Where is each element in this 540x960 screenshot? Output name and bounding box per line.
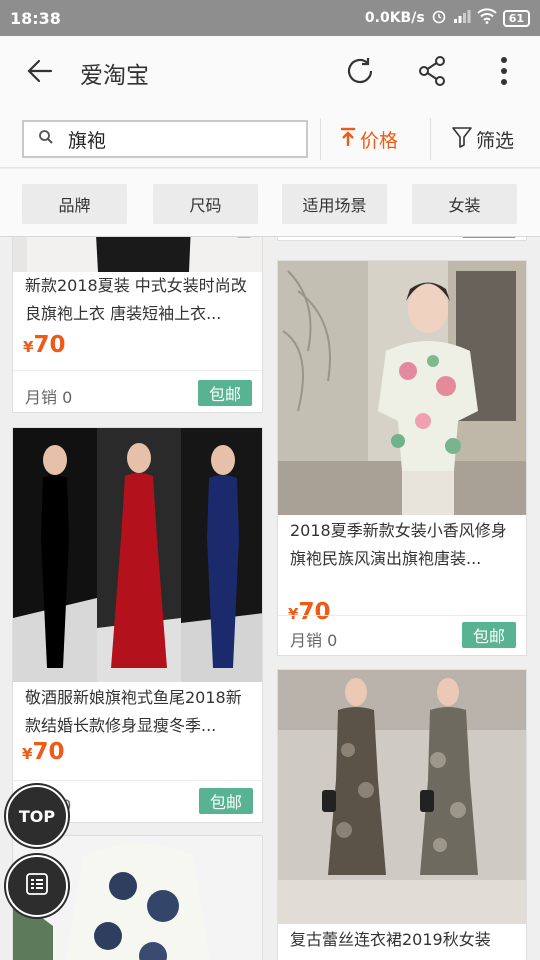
product-image <box>13 428 262 682</box>
search-icon <box>38 129 54 149</box>
battery-indicator: 61 <box>502 9 530 27</box>
chip-brand[interactable]: 品牌 <box>22 184 127 224</box>
more-button[interactable] <box>468 36 540 110</box>
sort-price-button[interactable]: 价格 <box>340 120 398 158</box>
chip-occasion[interactable]: 适用场景 <box>282 184 387 224</box>
more-vertical-icon <box>500 56 508 90</box>
free-shipping-badge: 包邮 <box>462 622 516 648</box>
sort-up-arrow-icon <box>340 127 356 152</box>
product-price: ¥70 <box>23 332 66 358</box>
network-speed: 0.0KB/s <box>364 10 425 26</box>
product-image <box>278 670 526 924</box>
product-image <box>13 237 262 272</box>
back-button[interactable] <box>0 36 80 110</box>
alarm-icon <box>431 8 447 28</box>
filter-funnel-icon <box>452 126 472 153</box>
refresh-button[interactable] <box>324 36 396 110</box>
page-title: 爱淘宝 <box>80 63 149 89</box>
back-to-top-label: TOP <box>18 806 56 826</box>
divider <box>278 615 526 616</box>
free-shipping-badge: 包邮 <box>199 788 253 814</box>
product-title: 敬酒服新娘旗袍式鱼尾2018新款结婚长款修身显瘦冬季... <box>25 688 242 735</box>
filter-chips: 品牌 尺码 适用场景 女装 <box>0 169 540 237</box>
sort-price-label: 价格 <box>360 129 399 152</box>
status-time: 18:38 <box>10 8 61 28</box>
product-price: ¥70 <box>22 739 65 765</box>
product-feed[interactable]: 新款2018夏装 中式女装时尚改良旗袍上衣 唐装短袖上衣... ¥70 月销 0… <box>0 237 540 960</box>
divider <box>430 118 431 160</box>
app-bar: 爱淘宝 <box>0 36 540 110</box>
monthly-sales: 月销 0 <box>290 631 338 650</box>
product-card[interactable]: 2018夏季新款女装小香风修身旗袍民族风演出旗袍唐装... ¥70 月销 0 包… <box>277 260 527 656</box>
back-arrow-icon <box>27 58 53 88</box>
signal-icon <box>453 9 471 27</box>
product-title: 新款2018夏装 中式女装时尚改良旗袍上衣 唐装短袖上衣... <box>25 276 247 323</box>
product-title: 复古蕾丝连衣裙2019秋女装 <box>290 930 491 949</box>
search-toolbar: 旗袍 价格 筛选 <box>0 110 540 168</box>
wifi-icon <box>476 8 497 28</box>
product-title: 2018夏季新款女装小香风修身旗袍民族风演出旗袍唐装... <box>290 521 507 568</box>
list-icon <box>25 872 49 900</box>
back-to-top-button[interactable]: TOP <box>6 785 68 847</box>
search-query: 旗袍 <box>68 129 107 152</box>
product-price: ¥70 <box>288 599 331 625</box>
filter-button[interactable]: 筛选 <box>452 120 514 158</box>
share-button[interactable] <box>396 36 468 110</box>
monthly-sales: 月销 0 <box>25 388 73 407</box>
divider <box>13 370 262 371</box>
divider <box>12 780 263 781</box>
product-card-partial[interactable] <box>277 237 527 241</box>
product-image <box>278 261 526 515</box>
chip-womenswear[interactable]: 女装 <box>412 184 517 224</box>
share-icon <box>416 55 448 91</box>
list-view-button[interactable] <box>6 855 68 917</box>
free-shipping-badge: 包邮 <box>198 380 252 406</box>
refresh-icon <box>344 55 376 91</box>
search-input[interactable]: 旗袍 <box>22 120 308 158</box>
badge-partial <box>462 237 516 238</box>
chip-size[interactable]: 尺码 <box>153 184 258 224</box>
filter-label: 筛选 <box>476 129 515 152</box>
product-card[interactable]: 复古蕾丝连衣裙2019秋女装 <box>277 669 527 960</box>
status-bar: 18:38 0.0KB/s 61 <box>0 0 540 36</box>
divider <box>320 118 321 160</box>
product-card[interactable]: 新款2018夏装 中式女装时尚改良旗袍上衣 唐装短袖上衣... ¥70 月销 0… <box>12 237 263 413</box>
